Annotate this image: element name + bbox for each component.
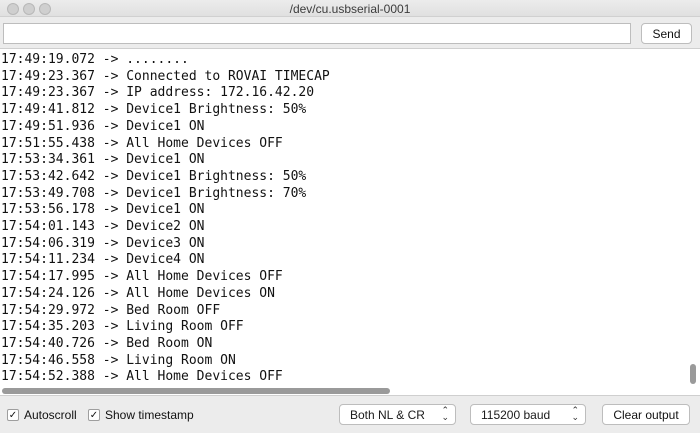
chevron-up-down-icon: ⌃ ⌄ <box>571 405 579 422</box>
output-line: 17:53:49.708 -> Device1 Brightness: 70% <box>1 185 307 201</box>
output-line: 17:49:23.367 -> IP address: 172.16.42.20 <box>1 85 315 101</box>
show-timestamp-checkbox[interactable]: ✓ <box>88 409 100 421</box>
output-line: 17:49:41.812 -> Device1 Brightness: 50% <box>1 102 307 118</box>
output-line: 17:49:19.072 -> ........ <box>1 52 189 67</box>
output-line: 17:54:17.995 -> All Home Devices OFF <box>1 269 283 285</box>
window-title: /dev/cu.usbserial-0001 <box>289 2 411 16</box>
output-line: 17:54:46.558 -> Living Room ON <box>1 352 236 368</box>
output-lines: 17:49:19.072 -> ........ 17:49:23.367 -> … <box>1 52 681 386</box>
output-line: 17:54:35.203 -> Living Room OFF <box>1 319 244 335</box>
autoscroll-label: Autoscroll <box>24 408 77 422</box>
output-line: 17:54:06.319 -> Device3 ON <box>1 235 205 251</box>
send-button[interactable]: Send <box>641 23 692 44</box>
serial-output[interactable]: 17:49:19.072 -> ........ 17:49:23.367 -> … <box>0 48 700 396</box>
output-line: 17:53:34.361 -> Device1 ON <box>1 152 205 168</box>
output-line: 17:51:55.438 -> All Home Devices OFF <box>1 135 283 151</box>
vertical-scrollbar[interactable] <box>690 364 696 384</box>
output-line: 17:54:24.126 -> All Home Devices ON <box>1 285 275 301</box>
output-line: 17:54:11.234 -> Device4 ON <box>1 252 205 268</box>
line-ending-select[interactable]: Both NL & CR ⌃ ⌄ <box>339 404 456 425</box>
output-line: 17:54:40.726 -> Bed Room ON <box>1 335 213 351</box>
title-bar: /dev/cu.usbserial-0001 <box>0 0 700 17</box>
output-line: 17:54:29.972 -> Bed Room OFF <box>1 302 221 318</box>
send-toolbar: Send <box>0 17 700 48</box>
autoscroll-checkbox[interactable]: ✓ <box>7 409 19 421</box>
line-ending-value: Both NL & CR <box>350 408 425 422</box>
horizontal-scrollbar[interactable] <box>2 388 390 394</box>
baud-rate-value: 115200 baud <box>481 408 551 422</box>
output-line: 17:53:42.642 -> Device1 Brightness: 50% <box>1 168 307 184</box>
show-timestamp-label: Show timestamp <box>105 408 194 422</box>
output-line: 17:54:01.143 -> Device2 ON <box>1 219 205 235</box>
status-bar: ✓ Autoscroll ✓ Show timestamp Both NL & … <box>0 397 700 433</box>
output-line: 17:49:23.367 -> Connected to ROVAI TIMEC… <box>1 68 330 84</box>
serial-input[interactable] <box>3 23 631 44</box>
output-line: 17:53:56.178 -> Device1 ON <box>1 202 205 218</box>
chevron-up-down-icon: ⌃ ⌄ <box>441 405 449 422</box>
baud-rate-select[interactable]: 115200 baud ⌃ ⌄ <box>470 404 586 425</box>
output-line: 17:49:51.936 -> Device1 ON <box>1 118 205 134</box>
clear-output-button[interactable]: Clear output <box>602 404 690 425</box>
output-line: 17:54:52.388 -> All Home Devices OFF <box>1 369 283 385</box>
